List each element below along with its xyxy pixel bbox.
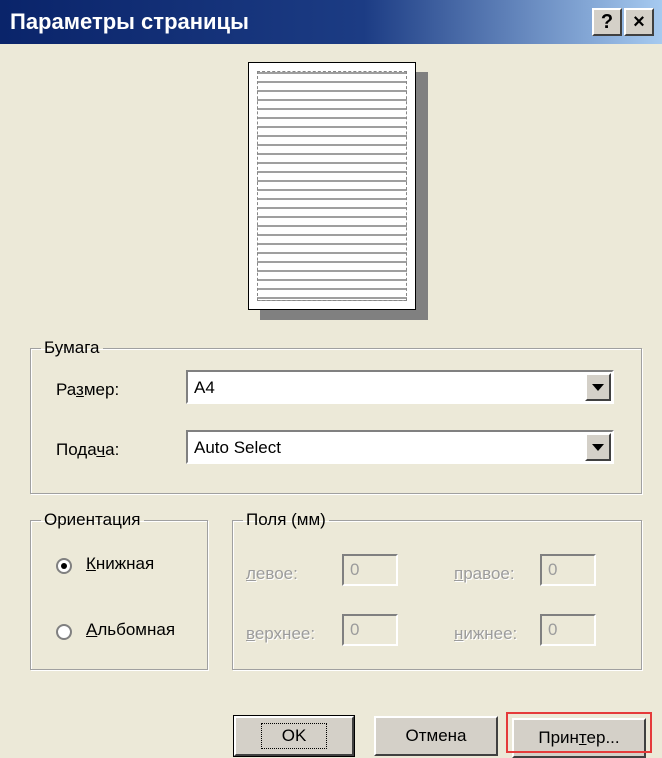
close-button[interactable]: × — [624, 8, 654, 36]
size-label: Размер: — [56, 380, 120, 399]
help-button[interactable]: ? — [592, 8, 622, 36]
landscape-label[interactable]: Альбомная — [86, 620, 175, 640]
top-margin-label: верхнее: — [246, 624, 316, 643]
page-preview — [248, 62, 416, 310]
cancel-button[interactable]: Отмена — [374, 716, 498, 756]
window-title: Параметры страницы — [10, 9, 249, 34]
orientation-group: Ориентация — [30, 510, 208, 670]
left-margin-input[interactable]: 0 — [342, 554, 398, 586]
ok-button-label: OK — [260, 723, 328, 749]
top-margin-input[interactable]: 0 — [342, 614, 398, 646]
margins-legend: Поля (мм) — [246, 510, 326, 529]
portrait-radio[interactable] — [56, 558, 72, 574]
right-margin-input[interactable]: 0 — [540, 554, 596, 586]
size-select[interactable]: A4 — [186, 370, 614, 404]
size-value: A4 — [194, 378, 215, 397]
chevron-down-icon — [592, 383, 604, 391]
portrait-label[interactable]: Книжная — [86, 554, 154, 574]
title-bar: Параметры страницы ? × — [0, 0, 662, 44]
source-label: Подача: — [56, 440, 120, 459]
ok-button[interactable]: OK — [233, 715, 355, 757]
paper-group: Бумага — [30, 338, 642, 494]
source-select[interactable]: Auto Select — [186, 430, 614, 464]
source-dropdown-button[interactable] — [585, 433, 611, 461]
right-margin-label: правое: — [454, 564, 515, 583]
orientation-legend: Ориентация — [44, 510, 141, 529]
paper-legend: Бумага — [44, 338, 100, 357]
size-dropdown-button[interactable] — [585, 373, 611, 401]
margins-group: Поля (мм) — [232, 510, 642, 670]
left-margin-label: левое: — [246, 564, 298, 583]
bottom-margin-input[interactable]: 0 — [540, 614, 596, 646]
chevron-down-icon — [592, 443, 604, 451]
printer-button-highlight — [506, 712, 652, 753]
landscape-radio[interactable] — [56, 624, 72, 640]
source-value: Auto Select — [194, 438, 281, 457]
page-preview-text — [257, 71, 407, 301]
bottom-margin-label: нижнее: — [454, 624, 518, 643]
radio-selected-dot — [61, 563, 67, 569]
